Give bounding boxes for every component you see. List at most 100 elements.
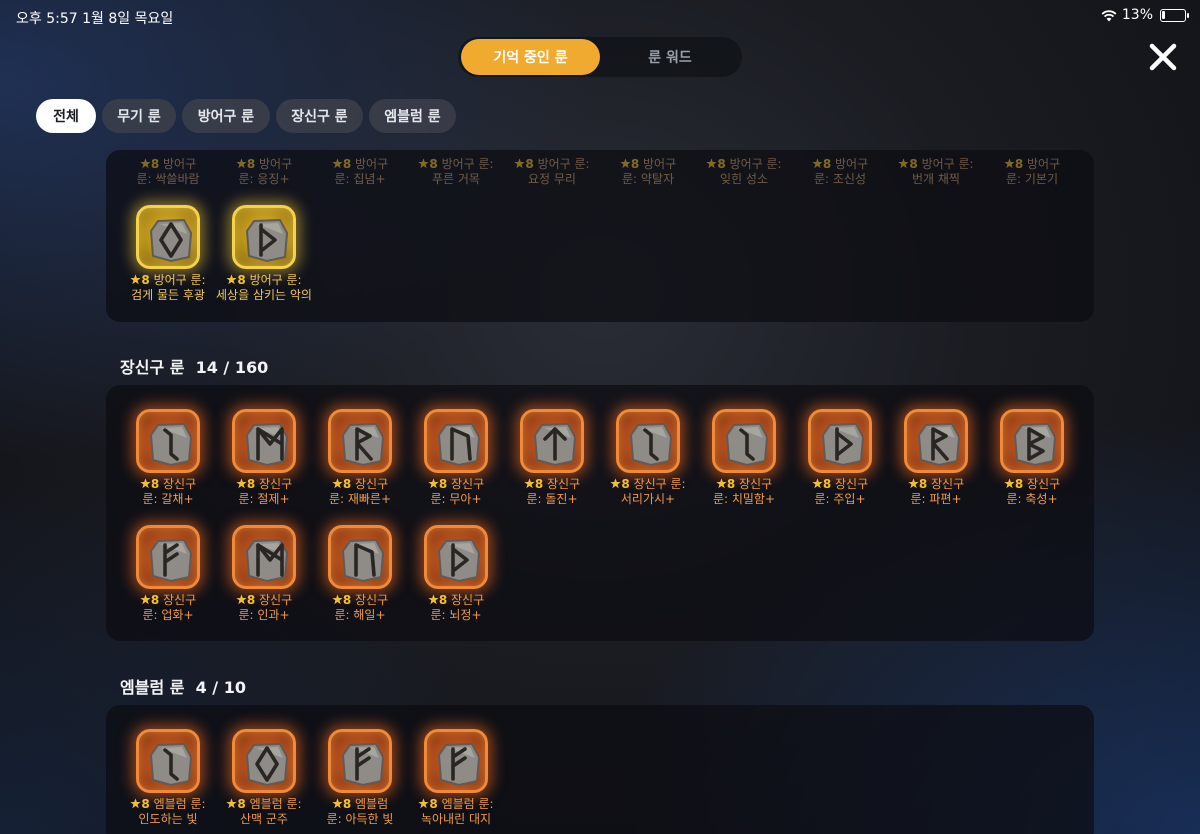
rune-label-line1: 8 방어구 룬: xyxy=(216,273,312,288)
rune-category: 방어구 룬: xyxy=(917,157,974,171)
rune-stone-icon xyxy=(149,742,193,787)
rune-grade: 8 xyxy=(1014,477,1024,491)
rune-label: 8 장신구 룬: 파편+ xyxy=(888,477,984,507)
rune-category: 장신구 xyxy=(351,477,389,491)
rune-grade: 8 xyxy=(438,593,448,607)
rune-name: 룬: 응징+ xyxy=(238,172,290,186)
rune-label-line1: 8 장신구 xyxy=(888,477,984,492)
star-icon xyxy=(236,478,247,489)
rune-icon[interactable] xyxy=(232,205,296,269)
rune-label: 8 방어구 룬: 집념+ xyxy=(312,157,408,187)
rune-icon[interactable] xyxy=(424,409,488,473)
rune-stone-icon xyxy=(149,422,193,467)
rune-name: 번개 채찍 xyxy=(912,172,960,186)
rune-label: 8 방어구 룬: 조신성 xyxy=(792,157,888,187)
rune-stone-icon xyxy=(725,422,769,467)
rune-icon[interactable] xyxy=(136,525,200,589)
rune-icon[interactable] xyxy=(520,409,584,473)
rune-grade: 8 xyxy=(150,477,160,491)
rune-grade: 8 xyxy=(429,797,438,811)
rune-category: 장신구 xyxy=(159,593,197,607)
filter-all[interactable]: 전체 xyxy=(36,99,96,133)
rune-icon[interactable] xyxy=(904,409,968,473)
rune-icon[interactable] xyxy=(328,409,392,473)
rune-name: 룬: 재빠른+ xyxy=(328,492,392,506)
rune-stone-icon xyxy=(149,218,193,263)
star-icon xyxy=(130,798,142,809)
rune-category: 방어구 xyxy=(639,157,677,171)
emblem-section-title: 엠블럼 룬 4 / 10 xyxy=(120,674,246,698)
rune-category: 방어구 xyxy=(159,157,197,171)
emblem-count: 4 / 10 xyxy=(195,678,246,697)
rune-name: 룬: 조신성 xyxy=(813,172,867,186)
star-icon xyxy=(1004,478,1015,489)
rune-label: 8 방어구 룬: 싹쓸바람 xyxy=(120,157,216,187)
rune-name: 룬: 업화+ xyxy=(142,608,194,622)
rune-name: 룬: 해일+ xyxy=(334,608,386,622)
rune-name: 룬: 주입+ xyxy=(814,492,866,506)
rune-icon[interactable] xyxy=(424,729,488,793)
rune-label: 8 장신구 룬: 절제+ xyxy=(216,477,312,507)
rune-grade: 8 xyxy=(150,593,160,607)
rune-icon[interactable] xyxy=(808,409,872,473)
filter-accessory-runes[interactable]: 장신구 룬 xyxy=(276,99,363,133)
rune-grade: 8 xyxy=(717,157,726,171)
rune-label: 8 방어구 룬: 번개 채찍 xyxy=(888,157,984,187)
star-icon xyxy=(226,798,238,809)
star-icon xyxy=(716,478,727,489)
rune-name: 세상을 삼키는 악의 xyxy=(216,288,312,302)
top-tab-bar: 기억 중인 룬 룬 워드 xyxy=(458,37,742,77)
star-icon xyxy=(1004,158,1015,169)
rune-label: 8 장신구 룬: 무아+ xyxy=(408,477,504,507)
rune-label-line1: 8 장신구 xyxy=(984,477,1080,492)
rune-icon[interactable] xyxy=(232,729,296,793)
rune-label: 8 방어구 룬: 요정 무리 xyxy=(504,157,600,187)
rune-category: 장신구 xyxy=(351,593,389,607)
rune-label: 8 방어구 룬: 응징+ xyxy=(216,157,312,187)
star-icon xyxy=(428,478,439,489)
star-icon xyxy=(428,594,439,605)
rune-label: 8 방어구 룬: 검게 물든 후광 xyxy=(120,273,216,303)
rune-icon[interactable] xyxy=(232,525,296,589)
rune-label: 8 장신구 룬: 뇌정+ xyxy=(408,593,504,623)
filter-weapon-runes[interactable]: 무기 룬 xyxy=(102,99,176,133)
tab-memorized-runes[interactable]: 기억 중인 룬 xyxy=(461,39,600,75)
rune-icon[interactable] xyxy=(712,409,776,473)
rune-name: 룬: 집념+ xyxy=(334,172,386,186)
rune-grade: 8 xyxy=(909,157,918,171)
filter-emblem-runes[interactable]: 엠블럼 룬 xyxy=(369,99,456,133)
rune-category: 방어구 xyxy=(1023,157,1061,171)
tab-rune-words[interactable]: 룬 워드 xyxy=(603,39,737,75)
rune-category: 방어구 xyxy=(351,157,389,171)
rune-category: 엠블럼 룬: xyxy=(437,797,494,811)
rune-icon[interactable] xyxy=(232,409,296,473)
rune-label: 8 엠블럼 룬: 녹아내린 대지 xyxy=(408,797,504,827)
rune-name: 룬: 절제+ xyxy=(238,492,290,506)
rune-icon[interactable] xyxy=(424,525,488,589)
close-icon[interactable] xyxy=(1146,40,1180,74)
rune-name: 룬: 갈채+ xyxy=(142,492,194,506)
rune-grade: 8 xyxy=(342,797,352,811)
rune-label-line1: 8 방어구 룬: xyxy=(408,157,504,172)
rune-label: 8 방어구 룬: 푸른 거목 xyxy=(408,157,504,187)
rune-icon[interactable] xyxy=(328,525,392,589)
rune-stone-icon xyxy=(437,422,481,467)
star-icon xyxy=(610,478,622,489)
rune-stone-icon xyxy=(917,422,961,467)
rune-label-line1: 8 장신구 xyxy=(312,593,408,608)
rune-icon[interactable] xyxy=(136,205,200,269)
rune-icon[interactable] xyxy=(616,409,680,473)
rune-category: 엠블럼 룬: xyxy=(149,797,206,811)
rune-icon[interactable] xyxy=(328,729,392,793)
rune-icon[interactable] xyxy=(136,409,200,473)
rune-grade: 8 xyxy=(150,157,160,171)
rune-stone-icon xyxy=(245,218,289,263)
rune-label-line1: 8 장신구 xyxy=(504,477,600,492)
filter-armor-runes[interactable]: 방어구 룬 xyxy=(182,99,270,133)
rune-name: 룬: 무아+ xyxy=(430,492,482,506)
rune-icon[interactable] xyxy=(1000,409,1064,473)
rune-label-line1: 8 방어구 xyxy=(600,157,696,172)
rune-icon[interactable] xyxy=(136,729,200,793)
rune-label: 8 장신구 룬: 축성+ xyxy=(984,477,1080,507)
rune-grade: 8 xyxy=(438,477,448,491)
